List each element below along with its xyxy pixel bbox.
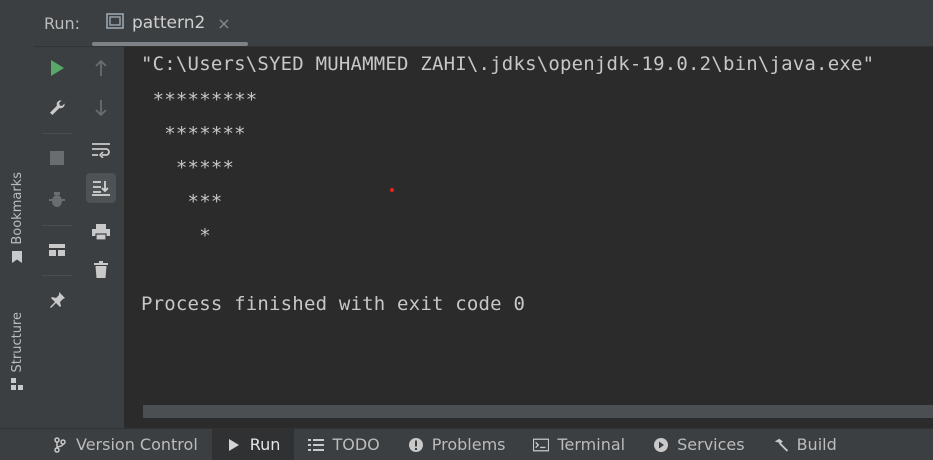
down-stack-trace-button[interactable] (86, 93, 116, 123)
structure-tab[interactable]: Structure (4, 312, 30, 391)
dump-threads-button[interactable] (42, 185, 72, 215)
up-stack-trace-button[interactable] (86, 53, 116, 83)
console-line: ***** (141, 157, 235, 179)
layout-icon (49, 244, 65, 256)
pin-tab-button[interactable] (42, 285, 72, 315)
tool-version-control[interactable]: Version Control (0, 429, 212, 460)
modify-run-config-button[interactable] (42, 93, 72, 123)
wrench-icon (50, 100, 65, 115)
problems-icon (408, 437, 424, 453)
tool-terminal-label: Terminal (557, 435, 626, 454)
run-label: Run: (44, 14, 81, 33)
print-icon (92, 224, 110, 241)
tool-terminal[interactable]: Terminal (519, 429, 639, 460)
clear-all-button[interactable] (86, 255, 116, 285)
tool-run[interactable]: Run (211, 429, 295, 460)
hammer-icon (773, 437, 789, 453)
layout-button[interactable] (42, 235, 72, 265)
scroll-to-end-icon (92, 181, 110, 196)
services-icon (653, 437, 669, 453)
arrow-down-icon (95, 100, 107, 117)
active-tab-indicator (92, 42, 248, 46)
run-icon (226, 437, 242, 453)
console-line: ******* (141, 123, 246, 145)
console-line-command: "C:\Users\SYED MUHAMMED ZAHI\.jdks\openj… (141, 53, 875, 75)
tool-todo[interactable]: TODO (294, 429, 393, 460)
bookmarks-tab[interactable]: Bookmarks (4, 172, 30, 263)
toolbar-separator (42, 275, 72, 276)
rerun-button[interactable] (42, 53, 72, 83)
console-line: * (141, 225, 211, 247)
tab-label: pattern2 (132, 13, 206, 33)
soft-wrap-button[interactable] (86, 135, 116, 165)
console-line: ********* (141, 89, 258, 111)
toolbar-separator (42, 133, 72, 134)
console-line-exit: Process finished with exit code 0 (141, 293, 526, 315)
bug-icon (49, 192, 65, 207)
print-button[interactable] (86, 217, 116, 247)
run-toolbar-secondary (80, 47, 125, 428)
run-window-header: Run: pattern2 × (34, 0, 933, 47)
tool-problems-label: Problems (431, 435, 506, 454)
soft-wrap-icon (92, 143, 110, 158)
branch-icon (52, 436, 68, 453)
tool-version-control-label: Version Control (76, 435, 198, 454)
left-tool-strip: Bookmarks Structure (0, 0, 35, 428)
list-icon (308, 437, 325, 453)
tab-pattern2[interactable]: pattern2 × (92, 0, 248, 46)
structure-label: Structure (9, 312, 25, 373)
bookmarks-label: Bookmarks (9, 172, 25, 245)
toolbar-separator (42, 225, 72, 226)
tool-services[interactable]: Services (639, 429, 758, 460)
console-line: *** (141, 191, 223, 213)
stop-icon (50, 151, 64, 165)
console-output[interactable]: "C:\Users\SYED MUHAMMED ZAHI\.jdks\openj… (124, 47, 933, 428)
tool-build[interactable]: Build (759, 429, 851, 460)
scroll-to-end-button[interactable] (86, 173, 116, 203)
tool-run-label: Run (249, 435, 281, 454)
tool-problems[interactable]: Problems (394, 429, 520, 460)
pin-icon (50, 292, 65, 308)
close-icon[interactable]: × (217, 14, 230, 33)
run-icon (51, 60, 64, 76)
bookmark-icon (11, 250, 23, 263)
stop-button[interactable] (42, 143, 72, 173)
tool-build-label: Build (796, 435, 837, 454)
terminal-icon (533, 437, 550, 453)
arrow-up-icon (95, 59, 107, 76)
horizontal-scrollbar[interactable] (143, 405, 933, 418)
console-tab-icon (106, 13, 124, 33)
run-toolbar-primary (34, 47, 80, 428)
tool-window-bar: Version Control Run TODO Problems Termin… (0, 428, 933, 460)
tool-todo-label: TODO (332, 435, 380, 454)
trash-icon (94, 261, 108, 278)
structure-icon (11, 378, 23, 391)
cursor-dot (390, 188, 394, 192)
tool-services-label: Services (677, 435, 745, 454)
